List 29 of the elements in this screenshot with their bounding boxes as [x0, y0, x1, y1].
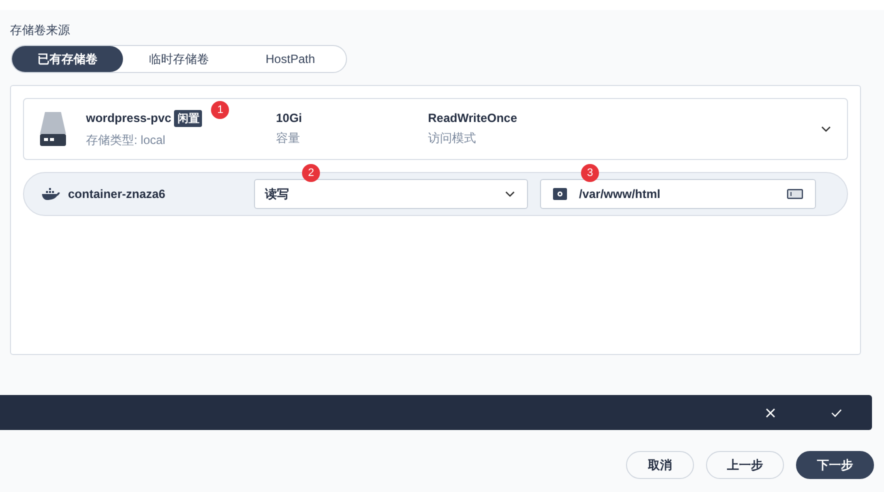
- tab[interactable]: 临时存储卷: [123, 46, 235, 72]
- volume-card[interactable]: wordpress-pvc 闲置 1 存储类型: local 10Gi 容量 ReadWriteOnce 访问模式: [23, 98, 848, 160]
- footer-button[interactable]: 下一步: [796, 451, 874, 479]
- volume-name: wordpress-pvc: [86, 111, 172, 125]
- capacity-value: 10Gi: [276, 111, 304, 125]
- step-badge: 2: [302, 164, 320, 182]
- mount-path-field[interactable]: /var/www/html: [540, 179, 816, 209]
- footer-button[interactable]: 取消: [626, 451, 694, 479]
- storage-type: 存储类型: local: [86, 132, 166, 149]
- chevron-down-icon: [505, 191, 515, 197]
- check-icon[interactable]: [831, 408, 842, 418]
- step-badge: 1: [211, 101, 230, 119]
- access-mode-label: 访问模式: [428, 130, 477, 147]
- footer-button[interactable]: 上一步: [706, 451, 784, 479]
- input-icon: [787, 189, 803, 199]
- close-icon[interactable]: [765, 408, 776, 418]
- status-tag: 闲置: [174, 110, 202, 126]
- tab[interactable]: HostPath: [234, 46, 346, 72]
- whale-icon: [42, 188, 60, 200]
- gear-icon: [553, 188, 567, 200]
- mode-select[interactable]: 读写: [254, 179, 528, 209]
- step-badge: 3: [581, 164, 599, 182]
- disk-icon: [40, 112, 66, 146]
- access-mode-value: ReadWriteOnce: [428, 111, 518, 125]
- chevron-down-icon[interactable]: [821, 126, 831, 132]
- tab[interactable]: 已有存储卷: [12, 46, 124, 72]
- section-label: 存储卷来源: [10, 22, 71, 38]
- capacity-label: 容量: [276, 130, 301, 147]
- container-name: container-znaza6: [68, 187, 166, 201]
